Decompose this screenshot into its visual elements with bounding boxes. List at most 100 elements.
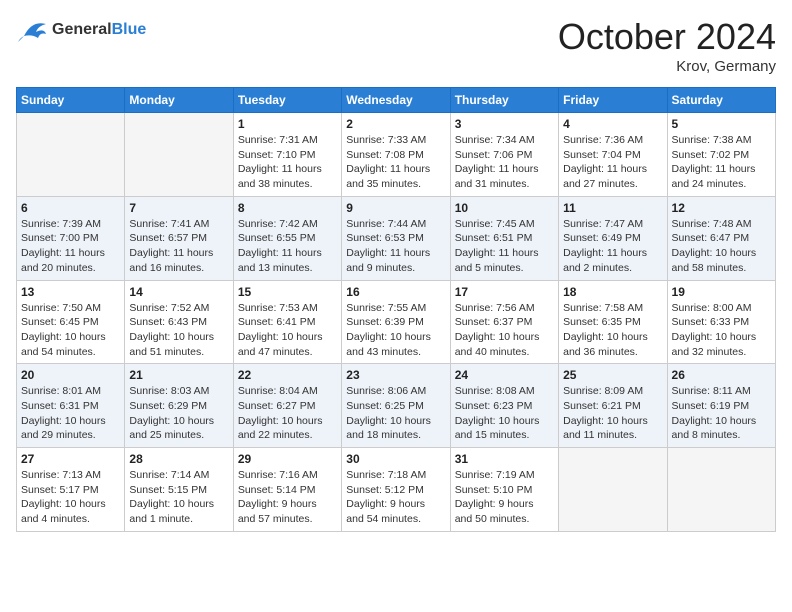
day-number: 12 — [672, 201, 771, 215]
day-info: Sunrise: 8:11 AM Sunset: 6:19 PM Dayligh… — [672, 384, 771, 443]
day-info: Sunrise: 7:55 AM Sunset: 6:39 PM Dayligh… — [346, 301, 445, 360]
day-info: Sunrise: 8:03 AM Sunset: 6:29 PM Dayligh… — [129, 384, 228, 443]
weekday-header: Thursday — [450, 88, 558, 113]
calendar-cell: 23 Sunrise: 8:06 AM Sunset: 6:25 PM Dayli… — [342, 364, 450, 448]
day-info: Sunrise: 8:08 AM Sunset: 6:23 PM Dayligh… — [455, 384, 554, 443]
day-info: Sunrise: 7:47 AM Sunset: 6:49 PM Dayligh… — [563, 217, 662, 276]
day-number: 19 — [672, 285, 771, 299]
calendar-cell: 12 Sunrise: 7:48 AM Sunset: 6:47 PM Dayli… — [667, 196, 775, 280]
calendar-cell: 8 Sunrise: 7:42 AM Sunset: 6:55 PM Daylig… — [233, 196, 341, 280]
calendar-cell: 4 Sunrise: 7:36 AM Sunset: 7:04 PM Daylig… — [559, 113, 667, 197]
day-info: Sunrise: 8:06 AM Sunset: 6:25 PM Dayligh… — [346, 384, 445, 443]
day-info: Sunrise: 7:19 AM Sunset: 5:10 PM Dayligh… — [455, 468, 554, 527]
day-number: 18 — [563, 285, 662, 299]
calendar-cell: 2 Sunrise: 7:33 AM Sunset: 7:08 PM Daylig… — [342, 113, 450, 197]
day-number: 26 — [672, 368, 771, 382]
day-info: Sunrise: 8:09 AM Sunset: 6:21 PM Dayligh… — [563, 384, 662, 443]
day-number: 8 — [238, 201, 337, 215]
day-number: 7 — [129, 201, 228, 215]
calendar-cell: 13 Sunrise: 7:50 AM Sunset: 6:45 PM Dayli… — [17, 280, 125, 364]
calendar-cell: 7 Sunrise: 7:41 AM Sunset: 6:57 PM Daylig… — [125, 196, 233, 280]
day-info: Sunrise: 7:50 AM Sunset: 6:45 PM Dayligh… — [21, 301, 120, 360]
day-info: Sunrise: 7:45 AM Sunset: 6:51 PM Dayligh… — [455, 217, 554, 276]
logo-icon — [16, 16, 48, 44]
calendar-cell: 21Sunrise: 8:03 AM Sunset: 6:29 PM Dayli… — [125, 364, 233, 448]
day-number: 23 — [346, 368, 445, 382]
calendar-cell: 26 Sunrise: 8:11 AM Sunset: 6:19 PM Dayli… — [667, 364, 775, 448]
day-number: 13 — [21, 285, 120, 299]
calendar-cell: 29 Sunrise: 7:16 AM Sunset: 5:14 PM Dayli… — [233, 448, 341, 532]
weekday-header: Sunday — [17, 88, 125, 113]
day-number: 11 — [563, 201, 662, 215]
calendar-cell: 16 Sunrise: 7:55 AM Sunset: 6:39 PM Dayli… — [342, 280, 450, 364]
calendar-cell: 18Sunrise: 7:58 AM Sunset: 6:35 PM Dayli… — [559, 280, 667, 364]
calendar-cell — [667, 448, 775, 532]
day-number: 17 — [455, 285, 554, 299]
day-number: 28 — [129, 452, 228, 466]
calendar-cell: 5Sunrise: 7:38 AM Sunset: 7:02 PM Daylig… — [667, 113, 775, 197]
day-info: Sunrise: 7:33 AM Sunset: 7:08 PM Dayligh… — [346, 133, 445, 192]
week-row: 20 Sunrise: 8:01 AM Sunset: 6:31 PM Dayli… — [17, 364, 776, 448]
day-info: Sunrise: 8:00 AM Sunset: 6:33 PM Dayligh… — [672, 301, 771, 360]
weekday-header: Tuesday — [233, 88, 341, 113]
title-block: October 2024 Krov, Germany — [558, 16, 776, 75]
day-info: Sunrise: 7:42 AM Sunset: 6:55 PM Dayligh… — [238, 217, 337, 276]
calendar-table: SundayMondayTuesdayWednesdayThursdayFrid… — [16, 87, 776, 532]
day-info: Sunrise: 7:13 AM Sunset: 5:17 PM Dayligh… — [21, 468, 120, 527]
day-info: Sunrise: 7:56 AM Sunset: 6:37 PM Dayligh… — [455, 301, 554, 360]
day-info: Sunrise: 7:36 AM Sunset: 7:04 PM Dayligh… — [563, 133, 662, 192]
month-title: October 2024 — [558, 16, 776, 58]
calendar-cell: 20 Sunrise: 8:01 AM Sunset: 6:31 PM Dayli… — [17, 364, 125, 448]
day-number: 29 — [238, 452, 337, 466]
logo: GeneralBlue — [16, 16, 146, 44]
calendar-cell: 6 Sunrise: 7:39 AM Sunset: 7:00 PM Daylig… — [17, 196, 125, 280]
day-info: Sunrise: 7:52 AM Sunset: 6:43 PM Dayligh… — [129, 301, 228, 360]
calendar-cell: 22 Sunrise: 8:04 AM Sunset: 6:27 PM Dayli… — [233, 364, 341, 448]
weekday-header: Monday — [125, 88, 233, 113]
day-number: 4 — [563, 117, 662, 131]
day-info: Sunrise: 7:41 AM Sunset: 6:57 PM Dayligh… — [129, 217, 228, 276]
day-info: Sunrise: 7:14 AM Sunset: 5:15 PM Dayligh… — [129, 468, 228, 527]
weekday-header: Friday — [559, 88, 667, 113]
calendar-cell: 11 Sunrise: 7:47 AM Sunset: 6:49 PM Dayli… — [559, 196, 667, 280]
weekday-header-row: SundayMondayTuesdayWednesdayThursdayFrid… — [17, 88, 776, 113]
day-info: Sunrise: 7:39 AM Sunset: 7:00 PM Dayligh… — [21, 217, 120, 276]
calendar-cell: 10 Sunrise: 7:45 AM Sunset: 6:51 PM Dayli… — [450, 196, 558, 280]
day-number: 27 — [21, 452, 120, 466]
day-info: Sunrise: 7:31 AM Sunset: 7:10 PM Dayligh… — [238, 133, 337, 192]
day-info: Sunrise: 7:53 AM Sunset: 6:41 PM Dayligh… — [238, 301, 337, 360]
day-number: 16 — [346, 285, 445, 299]
calendar-cell: 15 Sunrise: 7:53 AM Sunset: 6:41 PM Dayli… — [233, 280, 341, 364]
location: Krov, Germany — [558, 58, 776, 75]
day-number: 9 — [346, 201, 445, 215]
calendar-cell: 27 Sunrise: 7:13 AM Sunset: 5:17 PM Dayli… — [17, 448, 125, 532]
day-info: Sunrise: 7:16 AM Sunset: 5:14 PM Dayligh… — [238, 468, 337, 527]
day-number: 31 — [455, 452, 554, 466]
calendar-cell: 14 Sunrise: 7:52 AM Sunset: 6:43 PM Dayli… — [125, 280, 233, 364]
calendar-cell: 9 Sunrise: 7:44 AM Sunset: 6:53 PM Daylig… — [342, 196, 450, 280]
day-number: 24 — [455, 368, 554, 382]
day-number: 22 — [238, 368, 337, 382]
week-row: 27 Sunrise: 7:13 AM Sunset: 5:17 PM Dayli… — [17, 448, 776, 532]
day-number: 6 — [21, 201, 120, 215]
day-info: Sunrise: 8:01 AM Sunset: 6:31 PM Dayligh… — [21, 384, 120, 443]
day-number: 15 — [238, 285, 337, 299]
day-number: 3 — [455, 117, 554, 131]
day-number: 20 — [21, 368, 120, 382]
calendar-cell: 25Sunrise: 8:09 AM Sunset: 6:21 PM Dayli… — [559, 364, 667, 448]
day-info: Sunrise: 7:44 AM Sunset: 6:53 PM Dayligh… — [346, 217, 445, 276]
day-info: Sunrise: 7:18 AM Sunset: 5:12 PM Dayligh… — [346, 468, 445, 527]
day-number: 14 — [129, 285, 228, 299]
calendar-cell: 3Sunrise: 7:34 AM Sunset: 7:06 PM Daylig… — [450, 113, 558, 197]
calendar-cell: 19 Sunrise: 8:00 AM Sunset: 6:33 PM Dayli… — [667, 280, 775, 364]
day-info: Sunrise: 7:48 AM Sunset: 6:47 PM Dayligh… — [672, 217, 771, 276]
page-header: GeneralBlue October 2024 Krov, Germany — [16, 16, 776, 75]
calendar-cell: 24 Sunrise: 8:08 AM Sunset: 6:23 PM Dayli… — [450, 364, 558, 448]
day-info: Sunrise: 8:04 AM Sunset: 6:27 PM Dayligh… — [238, 384, 337, 443]
calendar-cell: 17 Sunrise: 7:56 AM Sunset: 6:37 PM Dayli… — [450, 280, 558, 364]
week-row: 13 Sunrise: 7:50 AM Sunset: 6:45 PM Dayli… — [17, 280, 776, 364]
calendar-cell: 30Sunrise: 7:18 AM Sunset: 5:12 PM Dayli… — [342, 448, 450, 532]
calendar-cell: 1Sunrise: 7:31 AM Sunset: 7:10 PM Daylig… — [233, 113, 341, 197]
day-number: 2 — [346, 117, 445, 131]
day-number: 10 — [455, 201, 554, 215]
